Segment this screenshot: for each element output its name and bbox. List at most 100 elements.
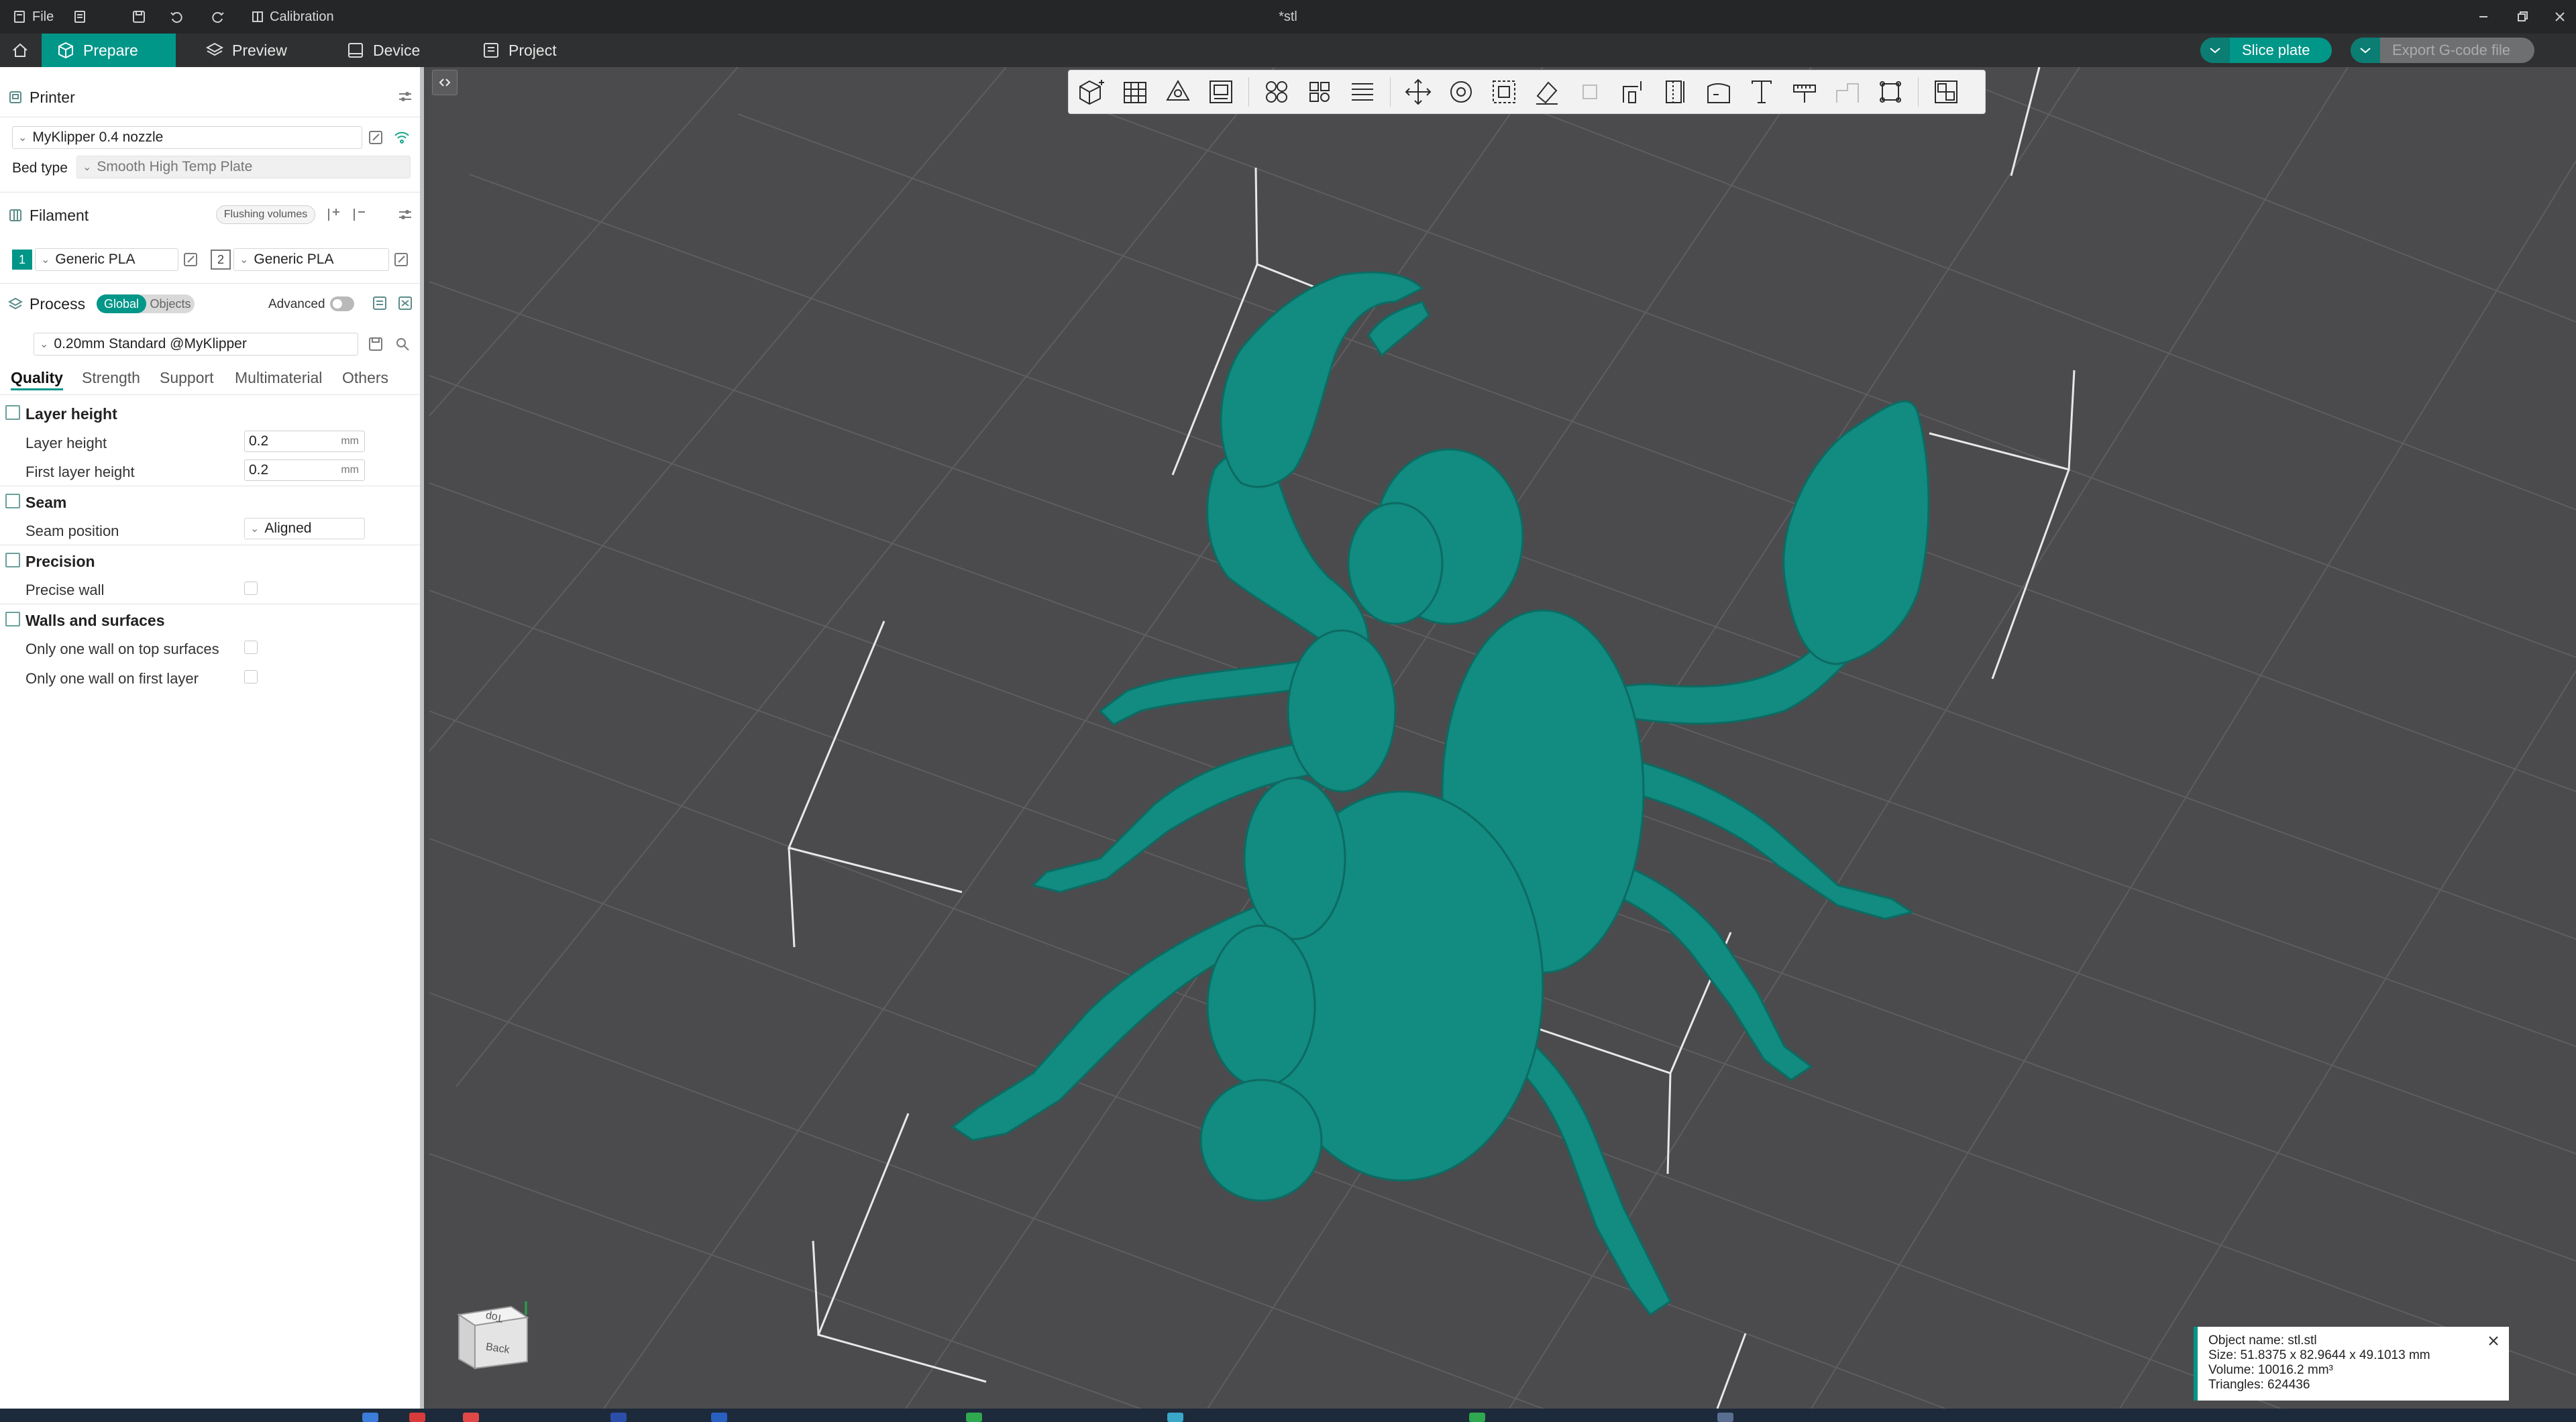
cut-tool[interactable] [1572, 74, 1608, 110]
notes-button[interactable] [72, 0, 87, 34]
remove-filament-icon[interactable] [352, 207, 368, 223]
layer-height-input[interactable]: 0.2 mm [244, 431, 365, 452]
taskbar-app-icon[interactable] [1469, 1413, 1485, 1422]
precise-wall-checkbox[interactable] [244, 582, 258, 595]
slice-plate-button[interactable]: Slice plate [2200, 38, 2332, 63]
3d-viewport[interactable]: Top Back [428, 67, 2576, 1409]
collapse-sidebar-button[interactable] [432, 70, 458, 95]
tab-project[interactable]: Project [467, 34, 572, 67]
split-objects-button[interactable] [1258, 74, 1295, 110]
add-filament-icon[interactable] [326, 207, 342, 223]
close-icon [2555, 12, 2565, 21]
seam-painting-tool[interactable] [1658, 74, 1694, 110]
calibration-menu[interactable]: Calibration [251, 0, 334, 34]
brim-ears-tool[interactable] [1872, 74, 1909, 110]
restore-button[interactable] [2516, 0, 2529, 34]
home-icon [13, 43, 28, 57]
edit-printer-icon[interactable] [368, 129, 384, 146]
add-plate-button[interactable] [1117, 74, 1153, 110]
tab-device[interactable]: Device [331, 34, 435, 67]
tab-project-label: Project [508, 41, 557, 59]
tab-prepare[interactable]: Prepare [42, 34, 176, 67]
os-taskbar [0, 1409, 2576, 1422]
scale-icon [1493, 80, 1515, 103]
filament-settings-icon[interactable] [397, 207, 413, 223]
scorpion-model [951, 271, 1930, 1317]
save-button[interactable] [131, 0, 146, 34]
view-cube[interactable]: Top Back [452, 1301, 533, 1409]
object-size-text: Size: 51.8375 x 82.9644 x 49.1013 mm [2208, 1348, 2430, 1362]
edit-filament-2-icon[interactable] [393, 252, 409, 268]
close-icon[interactable] [2486, 1333, 2501, 1348]
slice-dropdown-chevron-icon[interactable] [2200, 38, 2230, 63]
advanced-switch[interactable] [330, 296, 354, 311]
search-icon[interactable] [394, 336, 411, 352]
calibration-label: Calibration [270, 9, 334, 24]
minimize-button[interactable] [2477, 0, 2490, 34]
move-tool[interactable] [1400, 74, 1436, 110]
close-window-button[interactable] [2553, 0, 2567, 34]
assembly-tool[interactable] [1829, 74, 1866, 110]
support-paint-icon [1623, 81, 1642, 103]
taskbar-app-icon[interactable] [409, 1413, 425, 1422]
compare-presets-icon[interactable] [372, 295, 388, 311]
bed-type-select[interactable]: ⌄ Smooth High Temp Plate [76, 156, 411, 178]
add-object-button[interactable] [1074, 74, 1110, 110]
text-icon [1752, 80, 1772, 103]
one-wall-first-layer-checkbox[interactable] [244, 670, 258, 683]
fuzzy-skin-tool[interactable] [1701, 74, 1737, 110]
chevron-down-icon: ⌄ [239, 254, 249, 266]
first-layer-height-label: First layer height [25, 463, 135, 480]
printer-preset-select[interactable]: ⌄ MyKlipper 0.4 nozzle [12, 126, 362, 149]
variable-layer-button[interactable] [1344, 74, 1381, 110]
first-layer-height-input[interactable]: 0.2 mm [244, 459, 365, 481]
export-dropdown-chevron-icon[interactable] [2351, 38, 2380, 63]
lay-on-face-tool[interactable] [1529, 74, 1565, 110]
taskbar-app-icon[interactable] [711, 1413, 727, 1422]
support-painting-tool[interactable] [1615, 74, 1651, 110]
taskbar-app-icon[interactable] [1717, 1413, 1733, 1422]
file-menu[interactable]: File [12, 0, 54, 34]
tab-support[interactable]: Support [160, 369, 214, 387]
wifi-icon[interactable] [393, 129, 411, 146]
filament-1-select[interactable]: ⌄ Generic PLA [35, 248, 178, 271]
taskbar-app-icon[interactable] [610, 1413, 627, 1422]
scale-tool[interactable] [1486, 74, 1522, 110]
view-layout-button[interactable] [1928, 74, 1964, 110]
tab-multimaterial[interactable]: Multimaterial [235, 369, 322, 387]
scope-toggle[interactable]: Global Objects [97, 294, 195, 313]
printer-settings-icon[interactable] [397, 89, 413, 105]
edit-filament-1-icon[interactable] [182, 252, 199, 268]
printer-section-header: Printer [0, 87, 420, 107]
rotate-tool[interactable] [1443, 74, 1479, 110]
export-gcode-button[interactable]: Export G-code file [2351, 38, 2534, 63]
home-button[interactable] [0, 34, 40, 67]
process-settings-icon[interactable] [397, 295, 413, 311]
measure-tool[interactable] [1786, 74, 1823, 110]
undo-button[interactable] [169, 0, 184, 34]
text-tool[interactable] [1743, 74, 1780, 110]
taskbar-app-icon[interactable] [463, 1413, 479, 1422]
chevron-down-icon: ⌄ [18, 132, 28, 144]
tab-strength[interactable]: Strength [82, 369, 140, 387]
taskbar-app-icon[interactable] [1167, 1413, 1183, 1422]
save-preset-icon[interactable] [368, 336, 384, 352]
arrange-button[interactable] [1203, 74, 1239, 110]
precise-wall-label: Precise wall [25, 582, 105, 598]
auto-orient-button[interactable] [1160, 74, 1196, 110]
notes-icon [74, 11, 85, 23]
flushing-volumes-button[interactable]: Flushing volumes [216, 205, 315, 224]
filament-2-select[interactable]: ⌄ Generic PLA [233, 248, 389, 271]
tab-others[interactable]: Others [342, 369, 388, 387]
objects-toggle[interactable]: Objects [146, 294, 195, 313]
seam-position-select[interactable]: ⌄ Aligned [244, 518, 365, 539]
tab-preview[interactable]: Preview [191, 34, 302, 67]
redo-button[interactable] [211, 0, 225, 34]
process-preset-select[interactable]: ⌄ 0.20mm Standard @MyKlipper [34, 333, 358, 356]
global-toggle[interactable]: Global [97, 294, 146, 313]
taskbar-app-icon[interactable] [362, 1413, 378, 1422]
one-wall-top-checkbox[interactable] [244, 641, 258, 654]
taskbar-app-icon[interactable] [966, 1413, 982, 1422]
split-parts-button[interactable] [1301, 74, 1338, 110]
tab-quality[interactable]: Quality [11, 369, 63, 390]
